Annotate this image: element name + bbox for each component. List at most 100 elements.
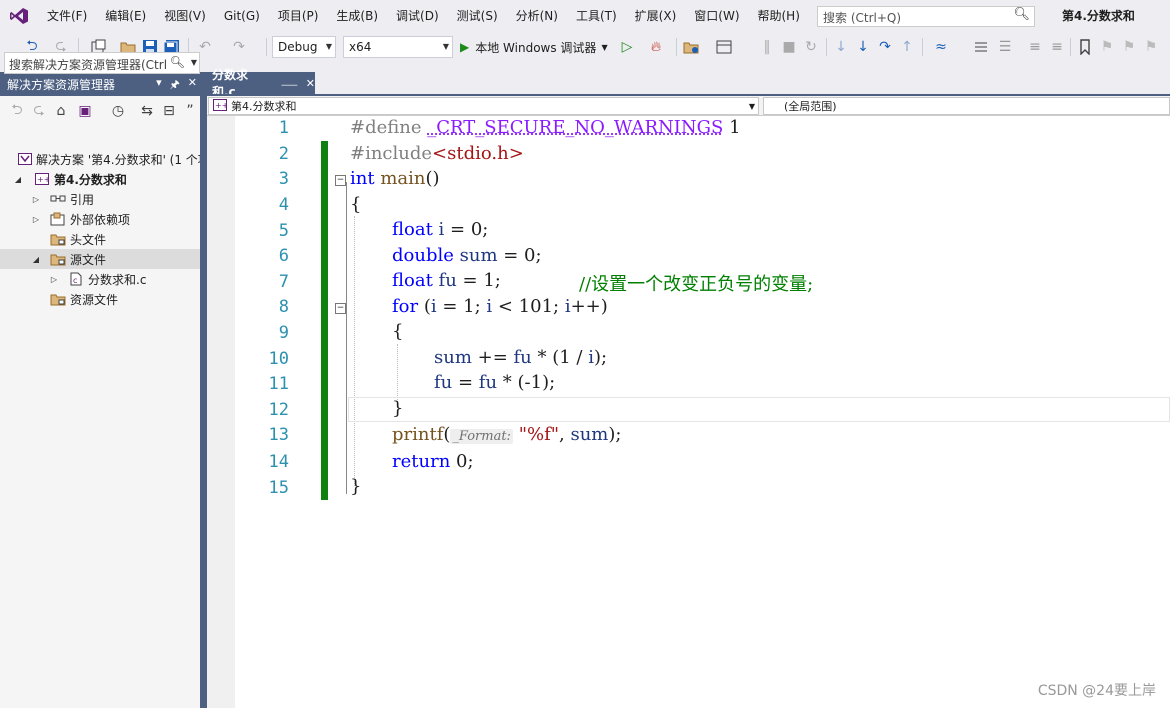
tree-item-external-dependencies[interactable]: ▷ 外部依赖项 (0, 209, 200, 229)
browse-folder-icon[interactable] (682, 37, 702, 57)
code-line-4: { (350, 194, 362, 215)
expanded-arrow-icon[interactable]: ◢ (30, 255, 42, 264)
line-number: 4 (278, 195, 289, 215)
back-icon[interactable]: ⮌︎ (8, 101, 26, 121)
svg-text:c: c (73, 276, 77, 285)
tree-item-source-file[interactable]: ▷ c 分数求和.c (0, 269, 200, 289)
indicator-margin (207, 116, 235, 708)
pin-icon[interactable]: 🖈︎ (170, 76, 180, 95)
menu-tools[interactable]: 工具(T) (567, 0, 626, 32)
inline-parameter-hint: _Format: (450, 429, 513, 444)
tree-item-resource-files[interactable]: 资源文件 (0, 289, 200, 309)
play-icon: ▶ (460, 40, 470, 54)
previous-bookmark-icon[interactable]: ⚑ (1098, 37, 1116, 57)
collapsed-arrow-icon[interactable]: ▷ (48, 275, 60, 284)
collapse-all-icon[interactable]: ⊟ (160, 101, 178, 121)
hot-reload-icon[interactable]: 🔥︎ (642, 37, 670, 57)
close-icon[interactable]: ✕ (188, 76, 197, 95)
visual-studio-logo-icon[interactable] (0, 0, 38, 32)
switch-views-icon[interactable]: ▣ (74, 101, 96, 121)
restart-icon[interactable]: ↻ (802, 37, 820, 57)
close-tab-icon[interactable]: ✕ (306, 77, 315, 90)
clear-bookmarks-icon[interactable]: ⚑ (1142, 37, 1160, 57)
uncomment-lines-icon[interactable]: ☰ (996, 37, 1014, 57)
menu-test[interactable]: 测试(S) (448, 0, 507, 32)
menu-build[interactable]: 生成(B) (327, 0, 387, 32)
tree-item-header-files[interactable]: 头文件 (0, 229, 200, 249)
tree-item-references[interactable]: ▷ 引用 (0, 189, 200, 209)
collapsed-arrow-icon[interactable]: ▷ (30, 195, 42, 204)
document-tab-well: 分数求和.c ⸺ ✕ (207, 68, 1170, 99)
tree-item-solution[interactable]: 解决方案 '第4.分数求和' (1 个项目 (0, 149, 200, 169)
menu-analyze[interactable]: 分析(N) (507, 0, 567, 32)
panel-splitter[interactable] (200, 72, 207, 708)
tree-item-label: 解决方案 '第4.分数求和' (1 个项目 (36, 152, 200, 167)
menu-debug[interactable]: 调试(D) (387, 0, 448, 32)
menu-project[interactable]: 项目(P) (269, 0, 328, 32)
scope-dropdown[interactable]: (全局范围) (763, 97, 1170, 115)
search-input[interactable]: 搜索 (Ctrl+Q) 🔍︎ (817, 6, 1035, 27)
home-icon[interactable]: ⌂ (52, 101, 70, 121)
tree-item-label: 源文件 (70, 252, 107, 267)
pin-tab-icon[interactable]: ⸺ (281, 76, 298, 91)
solution-explorer-search-input[interactable]: 搜索解决方案资源管理器(Ctrl 🔍︎ ▼ (4, 52, 200, 74)
next-bookmark-icon[interactable]: ⚑ (1120, 37, 1138, 57)
tree-item-label: 第4.分数求和 (54, 172, 127, 187)
project-dropdown[interactable]: ++ 第4.分数求和 ▼ (208, 97, 759, 115)
menu-file[interactable]: 文件(F) (38, 0, 96, 32)
step-out-icon[interactable]: ↑ (898, 37, 916, 57)
decrease-indent-icon[interactable]: ≡ (1026, 37, 1044, 57)
svg-text:++: ++ (37, 175, 49, 184)
menu-extensions[interactable]: 扩展(X) (626, 0, 686, 32)
line-number: 1 (278, 118, 289, 138)
tree-item-source-files[interactable]: ◢ 源文件 (0, 249, 200, 269)
solution-platform-select[interactable]: x64 ▼ (343, 36, 453, 58)
solution-configuration-select[interactable]: Debug ▼ (272, 36, 336, 58)
comment-lines-icon[interactable] (970, 37, 992, 57)
tab-source-file[interactable]: 分数求和.c ⸺ ✕ (207, 68, 315, 99)
chevron-down-icon: ▼ (190, 58, 197, 67)
code-line-14: return 0; (392, 451, 474, 472)
break-all-icon[interactable]: ‖ (758, 37, 776, 57)
line-number: 12 (268, 400, 289, 420)
redo-icon[interactable]: ↷ (228, 37, 250, 57)
code-line-8: for (i = 1; i < 101; i++) (392, 296, 608, 317)
diagnostic-tools-icon[interactable]: ≈ (928, 37, 954, 57)
code-line-5: float i = 0; (392, 219, 489, 240)
code-line-2: #include<stdio.h> (350, 143, 524, 164)
collapse-block-icon[interactable]: − (335, 303, 346, 314)
line-number: 7 (278, 272, 289, 292)
pending-changes-filter-icon[interactable]: ◷ (104, 101, 132, 121)
menu-edit[interactable]: 编辑(E) (96, 0, 155, 32)
forward-icon[interactable]: ⮎︎ (30, 101, 48, 121)
start-debugging-button[interactable]: ▶ 本地 Windows 调试器 ▼ (460, 36, 608, 58)
layout-icon[interactable] (711, 37, 739, 57)
collapse-block-icon[interactable]: − (335, 175, 346, 186)
menu-help[interactable]: 帮助(H) (749, 0, 809, 32)
step-into-icon[interactable]: ↓ (854, 37, 872, 57)
increase-indent-icon[interactable]: ≡ (1048, 37, 1066, 57)
tree-item-project[interactable]: ◢ ++ 第4.分数求和 (0, 169, 200, 189)
stop-debugging-icon[interactable]: ■ (780, 37, 798, 57)
menu-git[interactable]: Git(G) (215, 0, 269, 32)
c-file-icon: c (68, 272, 84, 286)
start-without-debugging-icon[interactable]: ▷ (618, 37, 636, 57)
solution-explorer-header: 解决方案资源管理器 ▾ 🖈︎ ✕ (0, 72, 203, 96)
menu-window[interactable]: 窗口(W) (685, 0, 748, 32)
code-editor[interactable]: 1 2 3 4 5 6 7 8 9 10 11 12 13 14 15 − − … (207, 116, 1170, 708)
scope-dropdown-value: (全局范围) (784, 100, 837, 113)
sync-with-document-icon[interactable]: ⇆ (138, 101, 156, 121)
show-next-statement-icon[interactable]: ↓ (832, 37, 850, 57)
folder-icon (50, 232, 66, 246)
bookmark-icon[interactable] (1076, 37, 1094, 57)
solution-explorer-title: 解决方案资源管理器 (7, 77, 116, 92)
toolbar-separator (266, 38, 267, 56)
solution-icon (18, 152, 32, 166)
window-position-dropdown-icon[interactable]: ▾ (156, 76, 162, 95)
line-number: 2 (278, 144, 289, 164)
step-over-icon[interactable]: ↷ (876, 37, 894, 57)
menu-view[interactable]: 视图(V) (155, 0, 215, 32)
expanded-arrow-icon[interactable]: ◢ (12, 175, 24, 184)
more-options-icon[interactable]: ” (184, 101, 196, 121)
collapsed-arrow-icon[interactable]: ▷ (30, 215, 42, 224)
